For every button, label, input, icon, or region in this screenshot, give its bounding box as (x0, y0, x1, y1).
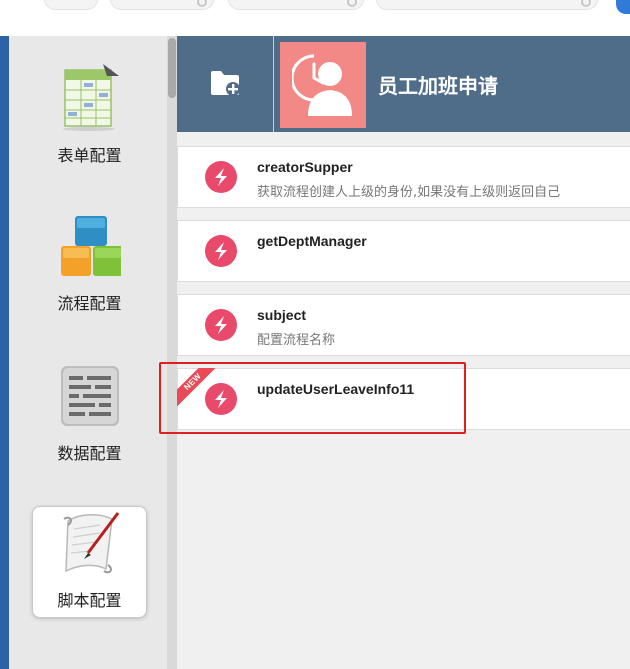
form-config-icon (59, 62, 121, 132)
sidebar-item-label: 脚本配置 (57, 591, 122, 610)
add-script-button[interactable] (177, 36, 274, 132)
browser-toolbar (0, 0, 630, 36)
script-name: subject (257, 307, 307, 323)
script-name: getDeptManager (257, 233, 367, 249)
script-icon (205, 161, 237, 193)
flow-config-icon (59, 210, 123, 280)
sidebar-item-label: 流程配置 (57, 294, 122, 313)
circle-icon (197, 0, 207, 7)
script-name: creatorSupper (257, 159, 353, 175)
sidebar-item-label: 表单配置 (57, 146, 122, 165)
circle-icon (347, 0, 357, 7)
sidebar-item-form-config[interactable]: 表单配置 (32, 60, 147, 172)
script-description: 配置流程名称 (257, 333, 336, 348)
circle-icon (581, 0, 591, 7)
browser-accent (616, 0, 630, 14)
page-title: 员工加班申请 (378, 74, 498, 98)
app-window: 表单配置 流程配置 数据配置 脚本配置 员工加班申请 creatorSupper… (0, 0, 630, 669)
process-header: 员工加班申请 (177, 36, 630, 132)
sidebar-item-flow-config[interactable]: 流程配置 (32, 208, 147, 320)
script-icon (205, 309, 237, 341)
script-icon (205, 235, 237, 267)
script-item-getDeptManager[interactable]: getDeptManager (177, 220, 630, 282)
sidebar-item-data-config[interactable]: 数据配置 (32, 358, 147, 470)
toolbar-pill[interactable] (376, 0, 598, 10)
folder-add-icon (211, 71, 240, 96)
toolbar-pill[interactable] (228, 0, 364, 10)
script-icon (205, 383, 237, 415)
script-item-subject[interactable]: subject 配置流程名称 (177, 294, 630, 356)
script-description: 获取流程创建人上级的身份,如果没有上级则返回自己 (257, 185, 561, 200)
sidebar-scrollbar[interactable] (167, 36, 177, 669)
left-accent-strip (0, 36, 9, 669)
script-config-icon (60, 509, 122, 579)
sidebar: 表单配置 流程配置 数据配置 脚本配置 (9, 36, 167, 669)
employee-overtime-icon (280, 42, 366, 128)
toolbar-pill[interactable] (44, 0, 98, 10)
sidebar-item-script-config[interactable]: 脚本配置 (32, 506, 147, 618)
script-item-updateUserLeaveInfo11[interactable]: NEW updateUserLeaveInfo11 (177, 368, 630, 430)
data-config-icon (59, 360, 121, 430)
script-list-panel: 员工加班申请 creatorSupper 获取流程创建人上级的身份,如果没有上级… (177, 36, 630, 669)
sidebar-item-label: 数据配置 (57, 444, 122, 463)
toolbar-pill[interactable] (110, 0, 214, 10)
scrollbar-thumb[interactable] (168, 38, 176, 98)
script-name: updateUserLeaveInfo11 (257, 381, 415, 397)
script-item-creatorSupper[interactable]: creatorSupper 获取流程创建人上级的身份,如果没有上级则返回自己 (177, 146, 630, 208)
